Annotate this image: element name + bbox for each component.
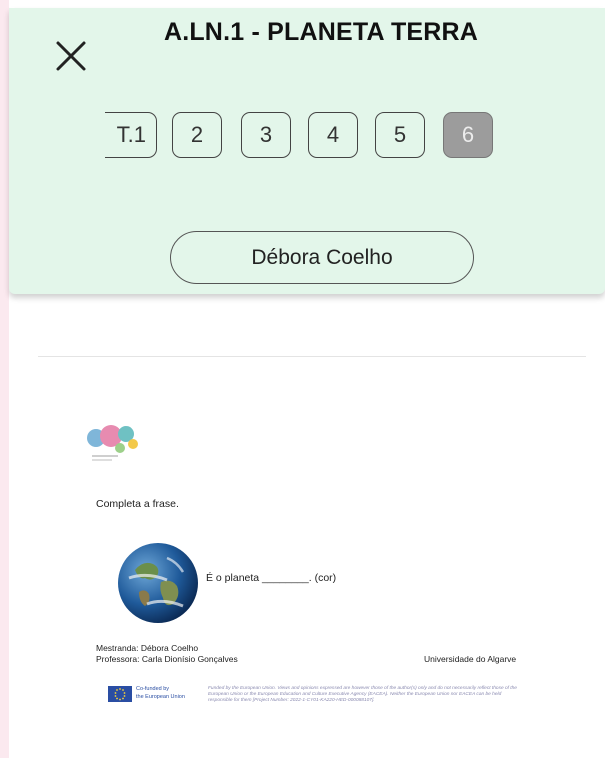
eu-disclaimer: Funded by the European Union. Views and … [208, 686, 517, 703]
teacher-line: Professora: Carla Dionísio Gonçalves [96, 654, 238, 664]
page-button-6-active[interactable]: 6 [443, 112, 493, 158]
page-selector: T.1 2 3 4 5 6 [9, 112, 605, 162]
eu-logo-text-1: Co-funded by [136, 686, 170, 692]
page-title: A.LN.1 - PLANETA TERRA [163, 18, 479, 46]
project-logo [86, 424, 142, 464]
header-panel: A.LN.1 - PLANETA TERRA T.1 2 3 4 5 6 Déb… [9, 8, 605, 294]
university-line: Universidade do Algarve [424, 654, 517, 664]
page-button-4[interactable]: 4 [308, 112, 358, 158]
page-button-3[interactable]: 3 [241, 112, 291, 158]
divider [38, 356, 586, 357]
close-icon[interactable] [51, 36, 91, 76]
eu-flag-icon [108, 686, 132, 702]
sentence-text: É o planeta ________. (cor) [206, 572, 337, 584]
page-button-2[interactable]: 2 [172, 112, 222, 158]
page-button-1[interactable]: T.1 [105, 112, 157, 158]
student-name-button[interactable]: Débora Coelho [170, 231, 474, 284]
earth-image [117, 542, 199, 624]
eu-logo-text-2: the European Union [136, 694, 185, 700]
page-button-5[interactable]: 5 [375, 112, 425, 158]
student-line: Mestranda: Débora Coelho [96, 643, 199, 653]
instruction-text: Completa a frase. [96, 498, 179, 510]
